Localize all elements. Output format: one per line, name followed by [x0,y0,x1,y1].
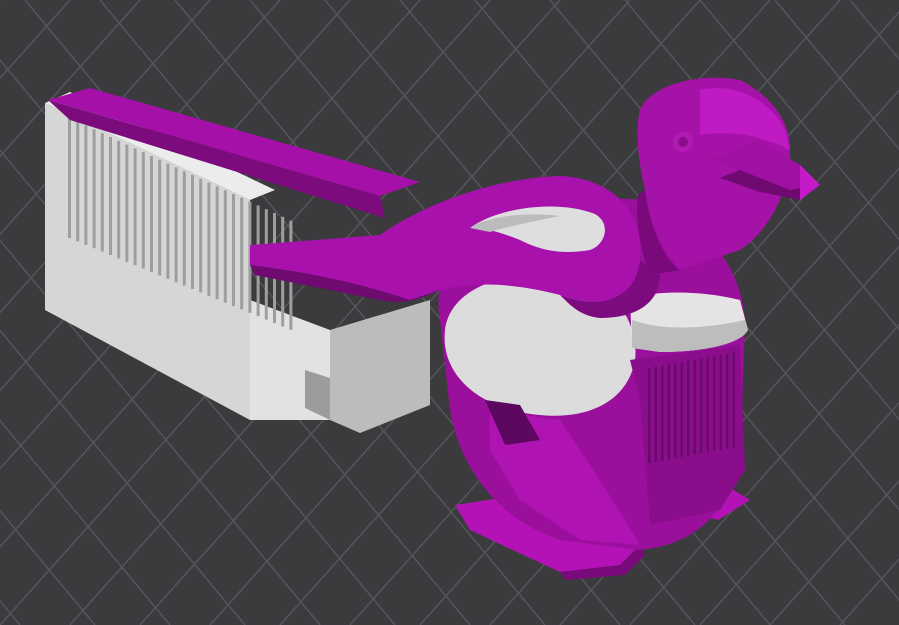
comb-tooth-slot [207,182,211,296]
breast-rib [654,366,657,462]
comb-tooth-slot [240,197,244,310]
breast-rib [732,352,735,448]
comb-tooth-slot [150,156,153,272]
comb-tooth-slot [117,140,121,259]
comb-tooth-slot [92,129,96,249]
grid-line [849,0,899,61]
breast-rib [648,368,651,463]
comb-tooth-slot [191,175,194,289]
viewport-canvas[interactable] [0,0,899,625]
grid-line [769,479,899,625]
comb-tooth-slot [232,194,235,306]
breast-rib [667,364,670,460]
comb-tooth-slot [166,163,170,279]
comb-tooth-slot [215,186,219,300]
comb-tooth-slot [158,159,162,276]
comb-block-right-face [330,300,430,433]
grid-line [774,0,899,151]
breast-rib [674,363,677,459]
breast-rib [693,359,696,455]
comb-tooth-slot [100,133,104,252]
bird-eye-inner [678,137,688,147]
comb-tooth-slot [68,118,71,238]
breast-rib [661,365,664,461]
breast-rib [680,362,683,457]
3d-viewport[interactable] [0,0,899,625]
breast-rib [719,354,722,450]
comb-tooth-slot [133,148,137,266]
comb-tooth-slot [182,171,186,286]
comb-tooth-slot [109,137,112,255]
grid-line [839,558,899,625]
comb-tooth-slot [174,167,178,283]
breast-rib [706,357,709,453]
comb-tooth-slot [199,178,203,293]
comb-tooth-slot [223,190,227,303]
breast-rib [713,356,716,451]
comb-tooth-slot [125,144,129,262]
comb-tooth-slot [76,121,80,242]
breast-rib [687,360,690,456]
comb-tooth-slot [141,152,145,269]
bird-beak-tip [800,165,820,200]
breast-rib [726,353,729,449]
comb-tooth-slot [84,125,88,245]
breast-rib [700,358,703,454]
